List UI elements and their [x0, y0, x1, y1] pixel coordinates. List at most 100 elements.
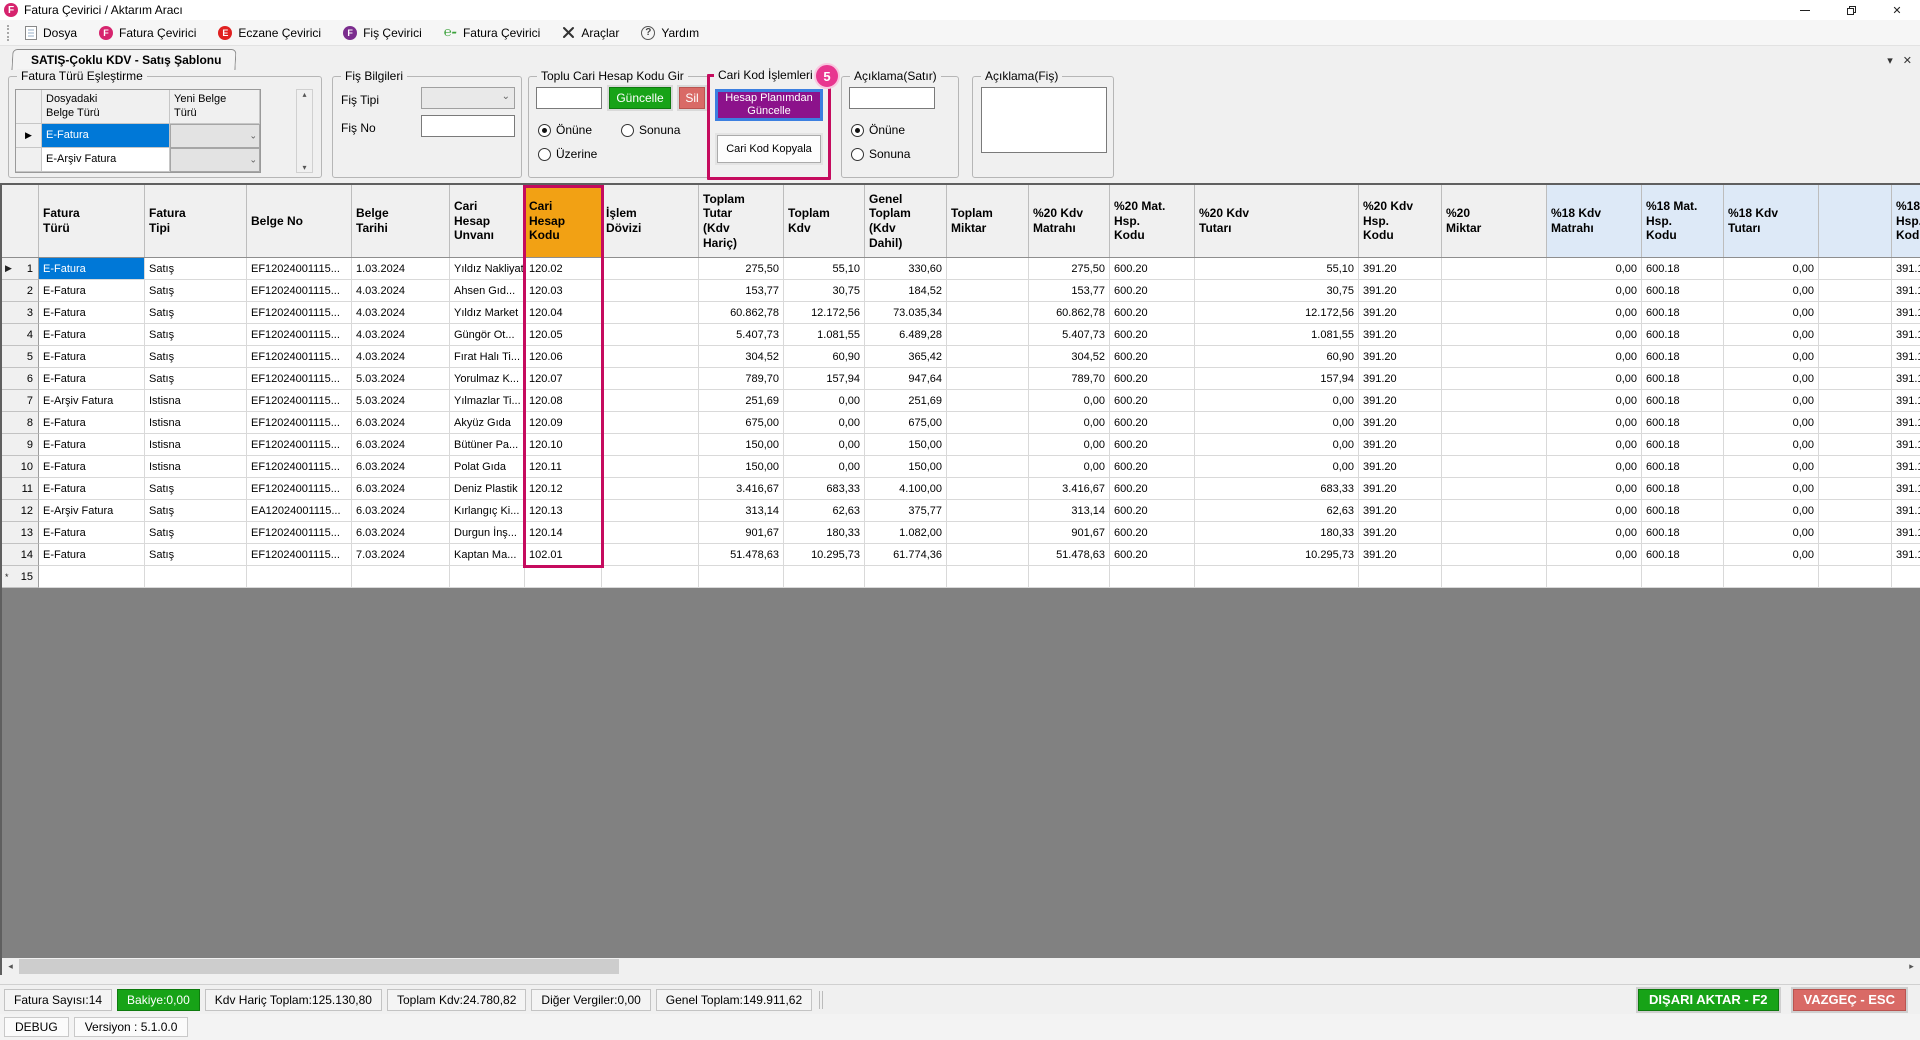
- cell-fatura-turu[interactable]: E-Fatura: [39, 346, 145, 368]
- cell-kdv20-matrahi[interactable]: 60.862,78: [1029, 302, 1110, 324]
- disari-aktar-button[interactable]: DIŞARI AKTAR - F2: [1638, 988, 1779, 1011]
- cell-belge-tarihi[interactable]: 6.03.2024: [352, 500, 450, 522]
- column-header-miktar20[interactable]: %20 Miktar: [1442, 185, 1547, 257]
- tab-satis-coklu-kdv[interactable]: SATIŞ-Çoklu KDV - Satış Şablonu: [11, 49, 238, 70]
- cell-toplam-kdv[interactable]: 1.081,55: [784, 324, 865, 346]
- cell-mat20-hsp-kodu[interactable]: [1110, 566, 1195, 588]
- cell-belge-tarihi[interactable]: 6.03.2024: [352, 434, 450, 456]
- cell-kdv20-hsp-kodu[interactable]: 391.20: [1359, 478, 1442, 500]
- cell-kdv20-matrahi[interactable]: 789,70: [1029, 368, 1110, 390]
- cell-toplam-tutar-kdv-haric[interactable]: 5.407,73: [699, 324, 784, 346]
- cell-miktar20[interactable]: [1442, 368, 1547, 390]
- cell-kdv20-tutari[interactable]: 180,33: [1195, 522, 1359, 544]
- cell-toplam-tutar-kdv-haric[interactable]: 304,52: [699, 346, 784, 368]
- cell-toplam-miktar[interactable]: [947, 258, 1029, 280]
- cell-belge-tarihi[interactable]: 4.03.2024: [352, 324, 450, 346]
- cell-kdv18-tutari[interactable]: 0,00: [1724, 368, 1819, 390]
- cell-kdv20-hsp-kodu[interactable]: 391.20: [1359, 324, 1442, 346]
- cell-toplam-kdv[interactable]: 62,63: [784, 500, 865, 522]
- cell-genel-toplam-kdv-dahil[interactable]: [865, 566, 947, 588]
- cell-kdv18-tutari[interactable]: 0,00: [1724, 258, 1819, 280]
- cell-islem-dovizi[interactable]: [602, 368, 699, 390]
- column-header-cari-hesap-kodu[interactable]: Cari Hesap Kodu: [525, 185, 602, 257]
- cell-toplam-tutar-kdv-haric[interactable]: 51.478,63: [699, 544, 784, 566]
- scroll-left-icon[interactable]: ◂: [2, 958, 19, 975]
- cell-cari-hesap-kodu[interactable]: 120.02: [525, 258, 602, 280]
- cell-belge-tarihi[interactable]: 6.03.2024: [352, 522, 450, 544]
- cell-kdv18-tutari[interactable]: 0,00: [1724, 456, 1819, 478]
- cell-kdv18-matrahi[interactable]: 0,00: [1547, 258, 1642, 280]
- cell-fatura-tipi[interactable]: Satış: [145, 302, 247, 324]
- cell-genel-toplam-kdv-dahil[interactable]: 184,52: [865, 280, 947, 302]
- cell-miktar20[interactable]: [1442, 566, 1547, 588]
- cell-spacer-18[interactable]: [1819, 258, 1892, 280]
- cell-kdv20-matrahi[interactable]: 901,67: [1029, 522, 1110, 544]
- cell-kdv20-tutari[interactable]: 60,90: [1195, 346, 1359, 368]
- cell-belge-tarihi[interactable]: 5.03.2024: [352, 368, 450, 390]
- cell-miktar20[interactable]: [1442, 280, 1547, 302]
- cell-islem-dovizi[interactable]: [602, 324, 699, 346]
- cell-cari-hesap-unvani[interactable]: Kırlangıç Ki...: [450, 500, 525, 522]
- cell-fatura-tipi[interactable]: Satış: [145, 522, 247, 544]
- column-header-cari-hesap-unvani[interactable]: Cari Hesap Unvanı: [450, 185, 525, 257]
- cell-mat20-hsp-kodu[interactable]: 600.20: [1110, 346, 1195, 368]
- close-button[interactable]: ✕: [1874, 0, 1920, 20]
- cell-miktar20[interactable]: [1442, 500, 1547, 522]
- cell-mat20-hsp-kodu[interactable]: 600.20: [1110, 324, 1195, 346]
- cell-belge-no[interactable]: EF12024001115...: [247, 346, 352, 368]
- cell-spacer-18[interactable]: [1819, 302, 1892, 324]
- cell-fatura-tipi[interactable]: Istisna: [145, 390, 247, 412]
- aciklama-satir-input[interactable]: [849, 87, 935, 109]
- cell-kdv20-matrahi[interactable]: 275,50: [1029, 258, 1110, 280]
- cell-kdv18-matrahi[interactable]: 0,00: [1547, 280, 1642, 302]
- cell-toplam-miktar[interactable]: [947, 478, 1029, 500]
- cell-fatura-tipi[interactable]: Istisna: [145, 456, 247, 478]
- cell-mat18-hsp-kodu[interactable]: 600.18: [1642, 434, 1724, 456]
- cell-mat18-hsp-kodu[interactable]: 600.18: [1642, 500, 1724, 522]
- cell-kdv18-tutari[interactable]: 0,00: [1724, 324, 1819, 346]
- column-header-kdv20-hsp-kodu[interactable]: %20 Kdv Hsp. Kodu: [1359, 185, 1442, 257]
- cell-toplam-kdv[interactable]: 0,00: [784, 434, 865, 456]
- cell-toplam-tutar-kdv-haric[interactable]: 150,00: [699, 456, 784, 478]
- cell-miktar20[interactable]: [1442, 258, 1547, 280]
- cell-cari-hesap-unvani[interactable]: Polat Gıda: [450, 456, 525, 478]
- cell-belge-tarihi[interactable]: 5.03.2024: [352, 390, 450, 412]
- cell-genel-toplam-kdv-dahil[interactable]: 330,60: [865, 258, 947, 280]
- cell-kdv20-tutari[interactable]: 0,00: [1195, 390, 1359, 412]
- cell-kdv18-hsp-kodu[interactable]: 391.18: [1892, 522, 1920, 544]
- cell-kdv18-tutari[interactable]: 0,00: [1724, 544, 1819, 566]
- cell-fatura-tipi[interactable]: Satış: [145, 280, 247, 302]
- cell-kdv18-hsp-kodu[interactable]: 391.18: [1892, 500, 1920, 522]
- cell-kdv18-hsp-kodu[interactable]: 391.18: [1892, 412, 1920, 434]
- cell-cari-hesap-kodu[interactable]: 120.08: [525, 390, 602, 412]
- cell-belge-tarihi[interactable]: 4.03.2024: [352, 280, 450, 302]
- cell-kdv20-tutari[interactable]: 0,00: [1195, 434, 1359, 456]
- cell-islem-dovizi[interactable]: [602, 280, 699, 302]
- cell-belge-no[interactable]: EF12024001115...: [247, 280, 352, 302]
- cell-mat20-hsp-kodu[interactable]: 600.20: [1110, 412, 1195, 434]
- cell-mat18-hsp-kodu[interactable]: 600.18: [1642, 544, 1724, 566]
- cell-fatura-turu[interactable]: E-Fatura: [39, 456, 145, 478]
- cell-spacer-18[interactable]: [1819, 456, 1892, 478]
- column-header-toplam-miktar[interactable]: Toplam Miktar: [947, 185, 1029, 257]
- cell-islem-dovizi[interactable]: [602, 566, 699, 588]
- menu-araclar[interactable]: Araçlar: [551, 21, 630, 45]
- cell-kdv20-matrahi[interactable]: 153,77: [1029, 280, 1110, 302]
- cell-belge-tarihi[interactable]: [352, 566, 450, 588]
- cell-islem-dovizi[interactable]: [602, 544, 699, 566]
- cell-spacer-18[interactable]: [1819, 434, 1892, 456]
- cell-cari-hesap-kodu[interactable]: 120.05: [525, 324, 602, 346]
- cell-islem-dovizi[interactable]: [602, 478, 699, 500]
- cell-kdv20-tutari[interactable]: 683,33: [1195, 478, 1359, 500]
- cell-fatura-tipi[interactable]: Satış: [145, 500, 247, 522]
- cell-toplam-kdv[interactable]: 683,33: [784, 478, 865, 500]
- cell-kdv18-hsp-kodu[interactable]: 391.18: [1892, 390, 1920, 412]
- cell-kdv20-tutari[interactable]: 0,00: [1195, 456, 1359, 478]
- cell-miktar20[interactable]: [1442, 390, 1547, 412]
- cell-miktar20[interactable]: [1442, 346, 1547, 368]
- cell-mat20-hsp-kodu[interactable]: 600.20: [1110, 522, 1195, 544]
- cell-toplam-tutar-kdv-haric[interactable]: 60.862,78: [699, 302, 784, 324]
- restore-button[interactable]: [1828, 0, 1874, 20]
- cell-belge-no[interactable]: EF12024001115...: [247, 478, 352, 500]
- cell-fatura-turu[interactable]: E-Fatura: [39, 412, 145, 434]
